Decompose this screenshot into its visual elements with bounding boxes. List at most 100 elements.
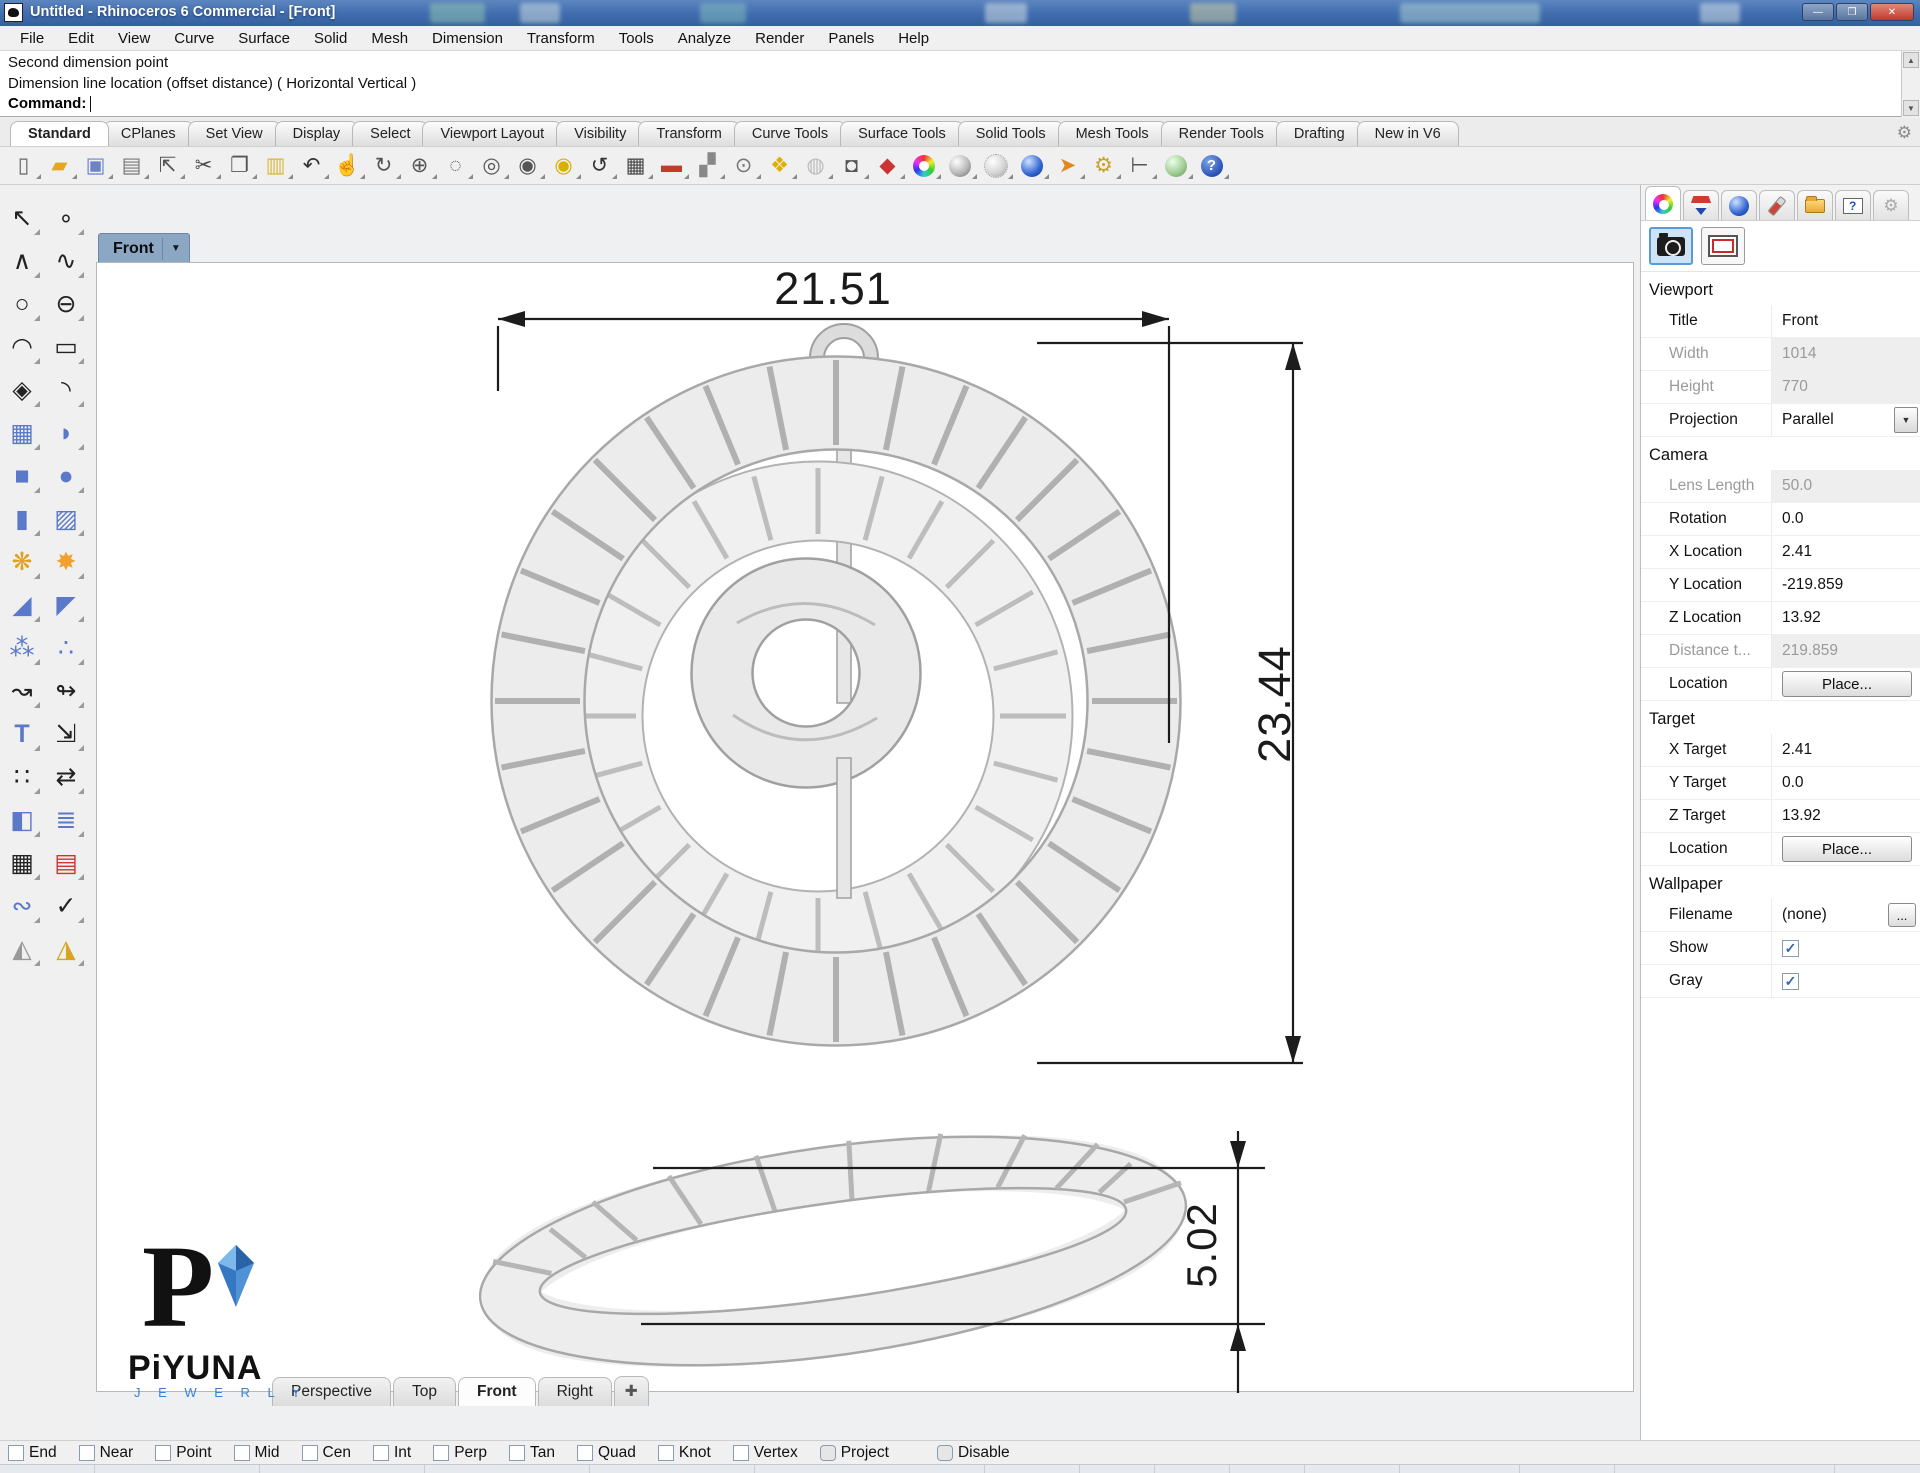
camera-properties-button[interactable] [1649, 227, 1693, 265]
menu-panels[interactable]: Panels [816, 27, 886, 50]
viewport-layout-icon[interactable]: ▦ [622, 152, 653, 179]
solid-edit-icon[interactable]: ◧ [2, 801, 42, 839]
tab-more-gear-icon[interactable]: ⚙ [1873, 190, 1909, 220]
projection-dropdown[interactable]: Parallel ▼ [1771, 404, 1920, 436]
rendered-sphere-icon[interactable] [1018, 152, 1049, 179]
arc-icon[interactable]: ◠ [2, 328, 42, 366]
rotation-value[interactable]: 0.0 [1771, 503, 1920, 535]
title-bar[interactable]: Untitled - Rhinoceros 6 Commercial - [Fr… [0, 0, 1920, 26]
osnap-vertex[interactable]: Vertex [732, 1444, 798, 1462]
command-input-caret[interactable] [90, 96, 92, 112]
toolbar-tab-surface-tools[interactable]: Surface Tools [840, 121, 964, 146]
cut-icon[interactable]: ✂ [190, 152, 221, 179]
menu-analyze[interactable]: Analyze [666, 27, 743, 50]
zoom-dynamic-icon[interactable]: ⊕ [406, 152, 437, 179]
tab-display[interactable] [1721, 190, 1757, 220]
color-wheel-icon[interactable] [910, 152, 941, 179]
osnap-cen[interactable]: Cen [301, 1444, 351, 1462]
control-point-curve-icon[interactable]: ∿ [46, 242, 86, 280]
menu-file[interactable]: File [8, 27, 56, 50]
tab-materials[interactable] [1759, 190, 1795, 220]
wallpaper-filename-value[interactable]: (none) ... [1771, 899, 1920, 931]
toolbar-tab-cplanes[interactable]: CPlanes [102, 121, 194, 146]
chamfer-edge-icon[interactable]: ◤ [46, 586, 86, 624]
sphere-icon[interactable]: ● [46, 457, 86, 495]
wallpaper-gray-checkbox[interactable] [1782, 972, 1799, 990]
light-icon[interactable]: ◍ [802, 152, 833, 179]
viewport-title-tab[interactable]: Front ▼ [98, 233, 190, 263]
copy-icon[interactable]: ❐ [226, 152, 257, 179]
globe-icon[interactable] [1162, 152, 1193, 179]
select-arrow-icon[interactable]: ↖ [2, 199, 42, 237]
viewport-tab-right[interactable]: Right [537, 1377, 612, 1406]
rotate-view-icon[interactable]: ↻ [370, 152, 401, 179]
scroll-down-icon[interactable]: ▼ [1903, 100, 1919, 116]
viewport-tab-top[interactable]: Top [392, 1377, 456, 1406]
tab-properties[interactable] [1645, 186, 1681, 220]
z-target-value[interactable]: 13.92 [1771, 800, 1920, 832]
osnap-quad[interactable]: Quad [576, 1444, 636, 1462]
array-grid-icon[interactable]: ▦ [2, 844, 42, 882]
rectangle-icon[interactable]: ▭ [46, 328, 86, 366]
osnap-perp[interactable]: Perp [433, 1444, 487, 1462]
menu-surface[interactable]: Surface [226, 27, 302, 50]
polyline-icon[interactable]: ∧ [2, 242, 42, 280]
tab-help[interactable] [1835, 190, 1871, 220]
tab-notes[interactable] [1797, 190, 1833, 220]
z-location-value[interactable]: 13.92 [1771, 602, 1920, 634]
menu-render[interactable]: Render [743, 27, 816, 50]
undo-icon[interactable]: ↶ [298, 152, 329, 179]
extrude-icon[interactable]: ≣ [46, 801, 86, 839]
layer-icon[interactable]: ◆ [874, 152, 905, 179]
surface-from-points-icon[interactable]: ▦ [2, 414, 42, 452]
undo-view-icon[interactable]: ↺ [586, 152, 617, 179]
toolbar-tab-select[interactable]: Select [352, 121, 429, 146]
blend-curve-icon[interactable]: ↝ [2, 672, 42, 710]
orient-icon[interactable]: ⇄ [46, 758, 86, 796]
surface-patch-icon[interactable]: ▨ [46, 500, 86, 538]
viewport-tab-front[interactable]: Front [457, 1377, 536, 1406]
menu-curve[interactable]: Curve [162, 27, 226, 50]
tab-layers[interactable] [1683, 190, 1719, 220]
osnap-tan[interactable]: Tan [508, 1444, 555, 1462]
menu-tools[interactable]: Tools [607, 27, 666, 50]
new-file-icon[interactable]: ▯ [10, 152, 41, 179]
scale-icon[interactable]: ⇲ [46, 715, 86, 753]
scroll-up-icon[interactable]: ▲ [1903, 52, 1919, 68]
zoom-window-icon[interactable]: ◌ [442, 152, 473, 179]
twist-icon[interactable]: ∾ [2, 887, 42, 925]
cylinder-icon[interactable]: ▮ [2, 500, 42, 538]
osnap-knot[interactable]: Knot [657, 1444, 711, 1462]
y-target-value[interactable]: 0.0 [1771, 767, 1920, 799]
cplane-icon[interactable]: ▞ [694, 152, 725, 179]
camera-place-button[interactable]: Place... [1782, 671, 1912, 697]
wallpaper-show-checkbox[interactable] [1782, 939, 1799, 957]
explode-icon[interactable]: ✸ [46, 543, 86, 581]
toolbar-tab-render-tools[interactable]: Render Tools [1160, 121, 1282, 146]
menu-edit[interactable]: Edit [56, 27, 106, 50]
zoom-extents-icon[interactable]: ◎ [478, 152, 509, 179]
osnap-end[interactable]: End [8, 1444, 57, 1462]
curve-fillet-icon[interactable]: ◝ [46, 371, 86, 409]
command-scrollbar[interactable]: ▲ ▼ [1901, 51, 1920, 117]
x-target-value[interactable]: 2.41 [1771, 734, 1920, 766]
toolbar-tab-curve-tools[interactable]: Curve Tools [733, 121, 847, 146]
toolbar-tab-display[interactable]: Display [274, 121, 359, 146]
toolbar-tab-viewport-layout[interactable]: Viewport Layout [422, 121, 563, 146]
set-view-icon[interactable]: ⊙ [730, 152, 761, 179]
fillet-edge-icon[interactable]: ◢ [2, 586, 42, 624]
projection-dropdown-arrow-icon[interactable]: ▼ [1894, 407, 1918, 433]
close-button[interactable]: ✕ [1870, 3, 1914, 21]
dimension-icon[interactable]: ⊢ [1126, 152, 1157, 179]
text-icon[interactable]: T [2, 715, 42, 753]
wallpaper-browse-button[interactable]: ... [1888, 903, 1916, 927]
orient-on-surface-icon[interactable]: ◮ [46, 930, 86, 968]
command-history[interactable]: Second dimension point Dimension line lo… [0, 51, 1920, 117]
viewport-title-value[interactable]: Front [1771, 305, 1920, 337]
options-gear-icon[interactable]: ⚙ [1090, 152, 1121, 179]
circle-icon[interactable]: ○ [2, 285, 42, 323]
boolean-union-icon[interactable]: ⁂ [2, 629, 42, 667]
primitives-icon[interactable]: ◭ [2, 930, 42, 968]
help-icon[interactable]: ? [1198, 152, 1229, 179]
print-icon[interactable]: ▤ [118, 152, 149, 179]
